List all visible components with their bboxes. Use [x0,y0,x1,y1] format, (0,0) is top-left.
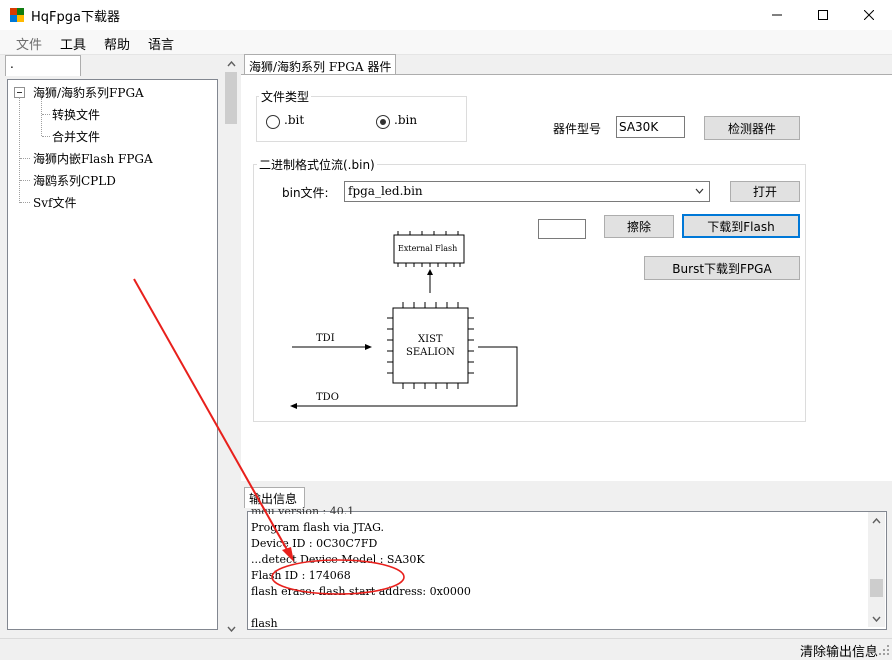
output-scroll-up-icon[interactable] [868,512,885,529]
tree-connector [20,180,30,181]
progress-field [538,219,586,239]
menu-file[interactable]: 文件 [16,34,42,53]
log-line-cut: mcu version : 40.1 [251,505,355,514]
output-scroll-down-icon[interactable] [868,610,885,627]
tree-connector [20,158,30,159]
tree-item-embedded-flash-fpga[interactable]: 海狮内嵌Flash FPGA [33,150,153,167]
log-line: Flash ID : 174068 [251,569,351,582]
log-line: flash erase: flash start address: 0x0000 [251,585,471,598]
bitstream-group-label: 二进制格式位流(.bin) [257,156,377,173]
device-model-label: 器件型号 [553,122,602,136]
tree-item-sealion-fpga[interactable]: 海狮/海豹系列FPGA [33,84,144,101]
chip-label-xist: XIST [418,334,443,345]
log-line: Program flash via JTAG. [251,521,384,534]
bin-file-select[interactable]: fpga_led.bin [344,181,710,202]
minimize-button[interactable] [754,0,800,30]
maximize-icon [818,10,828,20]
detect-device-button[interactable]: 检测器件 [704,116,800,140]
tab-main-label: 海狮/海豹系列 FPGA 器件 [249,60,392,74]
download-to-flash-button[interactable]: 下载到Flash [682,214,800,238]
device-model-value: SA30K [619,120,659,134]
close-icon [864,10,874,20]
file-type-label: 文件类型 [259,88,312,105]
tab-left[interactable]: . [5,55,81,76]
tree-connector [41,98,42,136]
scroll-up-icon[interactable] [223,55,240,72]
chip-label-sealion: SEALION [406,347,455,358]
erase-button[interactable]: 擦除 [604,215,674,238]
jtag-diagram [290,231,518,409]
tab-left-label: . [10,57,14,71]
device-model-field[interactable]: SA30K [616,116,685,138]
minimize-icon [772,14,782,16]
scroll-down-icon[interactable] [223,620,240,637]
log-line: flash [251,617,278,630]
open-button[interactable]: 打开 [730,181,800,202]
chevron-down-icon [695,188,704,194]
menu-help[interactable]: 帮助 [104,34,130,53]
radio-bit-label: .bit [284,113,305,127]
burst-download-fpga-button[interactable]: Burst下载到FPGA [644,256,800,280]
tree-item-merge-file[interactable]: 合并文件 [52,128,100,145]
menu-bar [0,30,892,55]
radio-bin[interactable] [376,115,390,129]
tree-item-seagull-cpld[interactable]: 海鸥系列CPLD [33,172,116,189]
bin-file-label: bin文件: [282,186,329,200]
tdo-label: TDO [316,392,339,403]
output-scroll-thumb[interactable] [870,579,883,597]
tree-item-convert-file[interactable]: 转换文件 [52,106,100,123]
scroll-thumb[interactable] [225,72,237,124]
status-bar [0,638,892,659]
window-title: HqFpga下载器 [31,10,120,25]
main-scrollbar[interactable] [223,55,240,638]
radio-bin-label: .bin [394,113,418,127]
log-line: ...detect Device Model : SA30K [251,553,425,566]
fpga-chip [392,307,469,384]
clear-output-button[interactable]: 清除输出信息 [800,641,878,660]
tree-connector [19,97,20,203]
tab-sealion-fpga-device[interactable]: 海狮/海豹系列 FPGA 器件 [244,54,396,76]
maximize-button[interactable] [800,0,846,30]
external-flash-label: External Flash [398,244,458,253]
app-icon [9,7,25,23]
tree-connector [20,202,30,203]
resize-grip-icon[interactable] [878,644,890,656]
radio-bit[interactable] [266,115,280,129]
menu-language[interactable]: 语言 [148,34,174,53]
log-line: Device ID : 0C30C7FD [251,537,378,550]
bin-file-value: fpga_led.bin [348,184,423,198]
tree-item-svf-file[interactable]: Svf文件 [33,194,76,211]
tree-connector [42,136,50,137]
tdi-label: TDI [316,333,335,344]
close-button[interactable] [846,0,892,30]
menu-tools[interactable]: 工具 [60,34,86,53]
tree-connector [42,114,50,115]
